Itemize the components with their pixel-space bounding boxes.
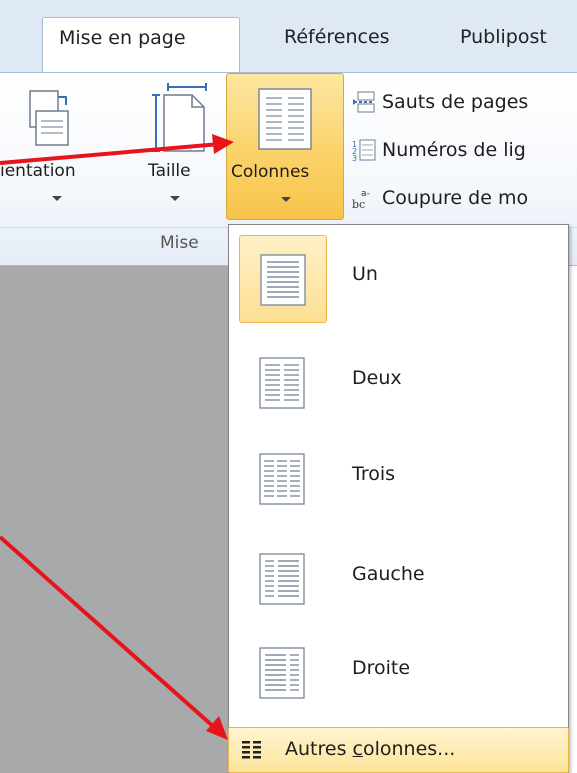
more-columns-accelerator: c xyxy=(352,738,363,760)
taille-button[interactable]: Taille xyxy=(140,73,220,223)
orientation-dropdown-arrow-icon xyxy=(52,196,62,201)
hyphenation-icon: a- bc xyxy=(352,189,370,210)
svg-text:3: 3 xyxy=(352,154,357,162)
line-numbers-icon: 1 2 3 xyxy=(352,139,376,162)
tab-mise-en-page-label: Mise en page xyxy=(59,27,186,49)
left-column-icon xyxy=(259,553,305,605)
size-icon xyxy=(152,83,207,152)
menu-item-gauche-label: Gauche xyxy=(352,563,425,585)
menu-item-gauche-box xyxy=(239,535,327,623)
menu-item-deux[interactable]: Deux xyxy=(237,339,560,427)
more-columns-label-prefix: Autres xyxy=(285,738,353,760)
coupure-de-mots-button[interactable]: a- bc Coupure de mo xyxy=(352,183,528,213)
taille-label: Taille xyxy=(148,161,191,181)
svg-text:bc: bc xyxy=(352,198,365,210)
colonnes-dropdown-arrow-icon xyxy=(281,197,291,202)
menu-item-deux-box xyxy=(239,339,327,427)
tab-publipostage[interactable]: Publipost xyxy=(460,26,547,48)
coupure-de-mots-label: Coupure de mo xyxy=(382,187,529,209)
more-columns-label-suffix: olonnes... xyxy=(362,738,456,760)
orientation-button[interactable]: ientation xyxy=(0,73,128,223)
more-columns-label: Autres colonnes... xyxy=(285,738,455,760)
colonnes-label: Colonnes xyxy=(231,162,310,182)
taille-dropdown-arrow-icon xyxy=(170,196,180,201)
tab-references[interactable]: Références xyxy=(284,26,390,48)
menu-item-trois[interactable]: Trois xyxy=(237,435,560,523)
menu-item-un[interactable]: Un xyxy=(237,235,560,323)
tab-mise-en-page[interactable]: Mise en page xyxy=(42,17,240,78)
menu-item-un-highlight xyxy=(239,235,327,323)
orientation-label: ientation xyxy=(0,161,76,181)
more-columns-icon xyxy=(242,741,261,759)
one-column-icon xyxy=(260,254,306,306)
columns-icon xyxy=(258,88,312,150)
menu-item-trois-box xyxy=(239,435,327,523)
menu-item-trois-label: Trois xyxy=(352,463,396,485)
menu-item-droite-box xyxy=(239,629,327,717)
two-columns-icon xyxy=(259,357,305,409)
three-columns-icon xyxy=(259,453,305,505)
numeros-de-lignes-button[interactable]: 1 2 3 Numéros de lig xyxy=(352,135,526,165)
menu-item-deux-label: Deux xyxy=(352,367,402,389)
sauts-de-pages-button[interactable]: Sauts de pages xyxy=(352,87,528,117)
group-label-mise-en-page: Mise xyxy=(160,233,199,253)
sauts-de-pages-label: Sauts de pages xyxy=(382,91,529,113)
colonnes-button[interactable]: Colonnes xyxy=(226,73,344,220)
menu-item-droite[interactable]: Droite xyxy=(237,629,560,717)
numeros-de-lignes-label: Numéros de lig xyxy=(382,139,526,161)
menu-item-gauche[interactable]: Gauche xyxy=(237,535,560,623)
menu-item-droite-label: Droite xyxy=(352,657,411,679)
columns-dropdown-menu: Un Deux Trois Gauche Droite xyxy=(228,224,569,773)
right-column-icon xyxy=(259,647,305,699)
orientation-icon xyxy=(29,90,69,146)
ribbon-tab-bar: Mise en page Références Publipost xyxy=(0,0,577,78)
page-breaks-icon xyxy=(353,91,375,113)
menu-item-un-label: Un xyxy=(352,263,378,285)
more-columns-button[interactable]: Autres colonnes... xyxy=(228,727,569,773)
